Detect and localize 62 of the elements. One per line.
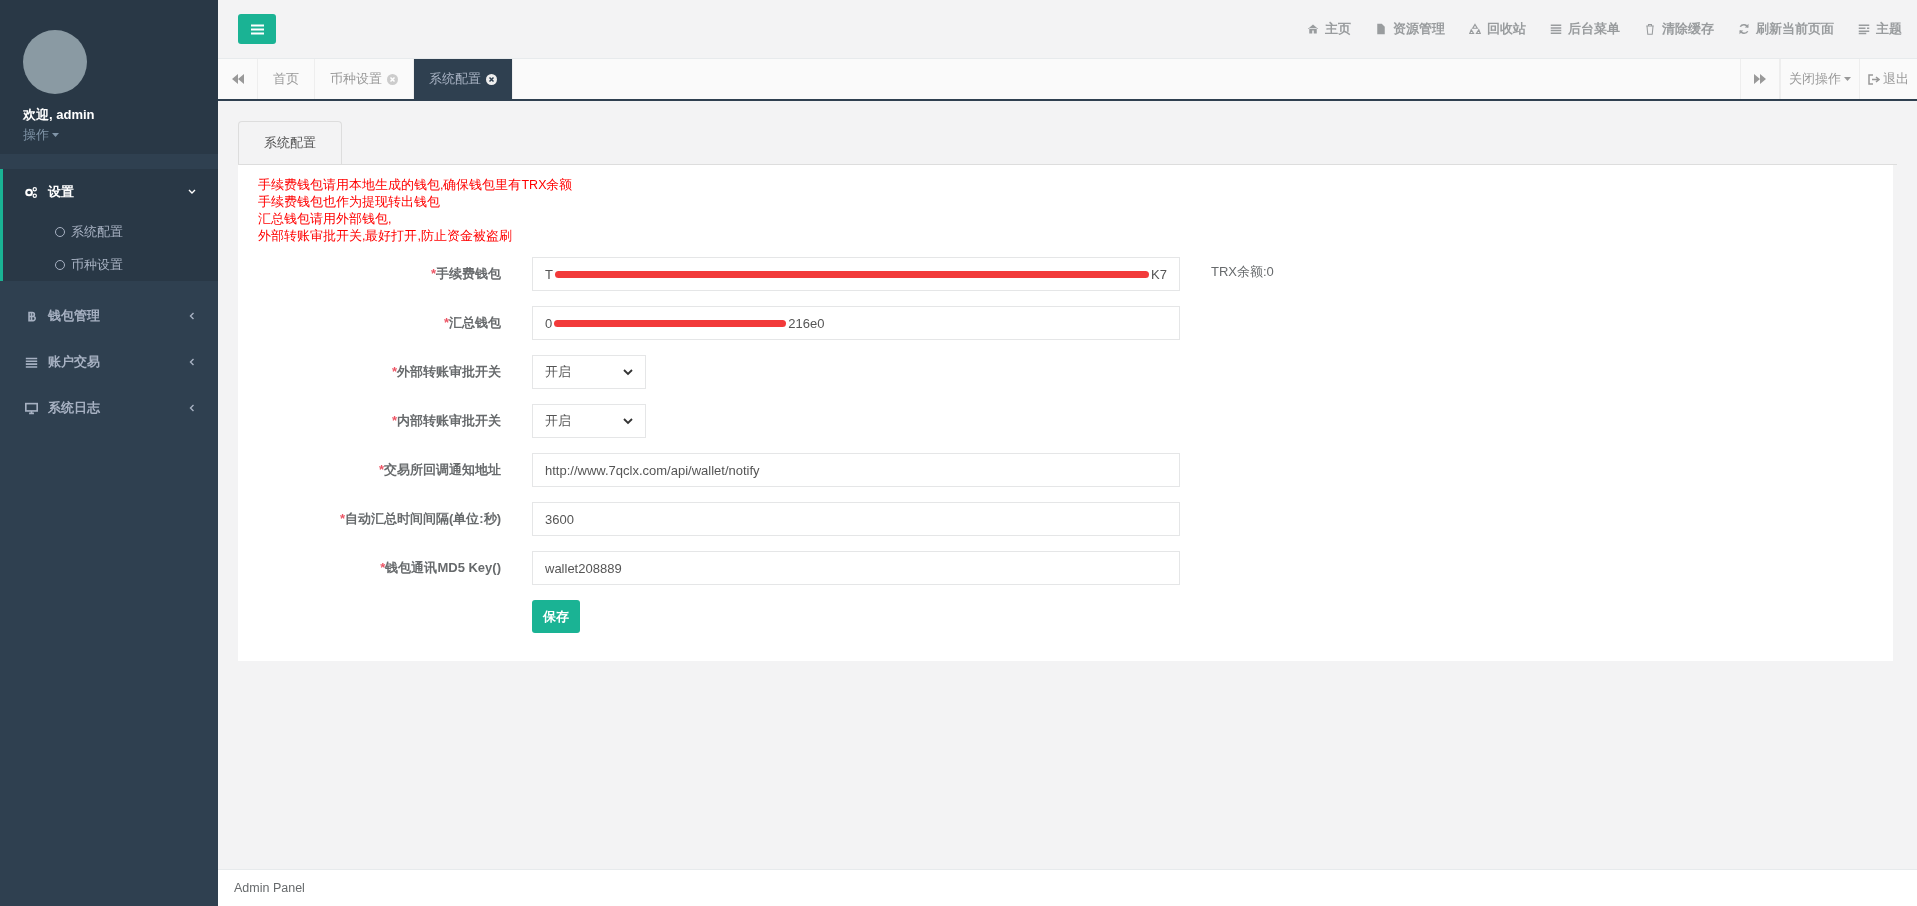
monitor-icon [25, 401, 38, 415]
gears-icon [25, 185, 38, 199]
page-tab[interactable]: 系统配置 [414, 59, 513, 99]
chevron-left-icon [188, 404, 196, 412]
nav-link[interactable]: 主页 [1307, 20, 1351, 38]
panel-tab[interactable]: 系统配置 [238, 121, 342, 164]
sidebar-item[interactable]: 钱包管理 [0, 293, 218, 339]
input-field[interactable]: 3600 [532, 502, 1180, 536]
close-icon[interactable] [486, 73, 497, 85]
scroll-right-button[interactable] [1740, 59, 1780, 99]
sign-out-icon [1868, 73, 1880, 85]
list-icon [1550, 23, 1562, 35]
double-left-icon [231, 74, 244, 84]
theme-icon [1858, 23, 1870, 35]
input-field[interactable]: 0 216e0 [532, 306, 1180, 340]
double-right-icon [1754, 74, 1766, 84]
list-icon [25, 355, 38, 369]
caret-icon [52, 133, 59, 137]
file-icon [1375, 23, 1387, 35]
sidebar-item[interactable]: 账户交易 [0, 339, 218, 385]
select-field[interactable]: 开启 [532, 404, 646, 438]
warning-text: 手续费钱包请用本地生成的钱包,确保钱包里有TRX余额 [258, 177, 574, 194]
logout-button[interactable]: 退出 [1859, 59, 1917, 99]
nav-link[interactable]: 清除缓存 [1644, 20, 1714, 38]
input-field[interactable]: wallet208889 [532, 551, 1180, 585]
field-label: *手续费钱包 [429, 265, 501, 283]
field-label: *外部转账审批开关 [390, 363, 501, 381]
trash-icon [1644, 23, 1656, 35]
submenu-item[interactable]: 币种设置 [3, 248, 218, 281]
submenu-item[interactable]: 系统配置 [3, 215, 218, 248]
input-field[interactable]: http://www.7qclx.com/api/wallet/notify [532, 453, 1180, 487]
nav-link[interactable]: 资源管理 [1375, 20, 1445, 38]
nav-link[interactable]: 主题 [1858, 20, 1902, 38]
profile-menu[interactable]: 操作 [23, 126, 59, 144]
chevron-down-icon [623, 368, 633, 376]
caret-icon [1844, 77, 1851, 81]
balance-text: TRX余额:0 [1211, 263, 1275, 281]
chevron-left-icon [188, 358, 196, 366]
footer-text: Admin Panel [218, 869, 1917, 906]
welcome-text: 欢迎, admin [23, 106, 95, 124]
home-icon [1307, 23, 1319, 35]
field-label: *钱包通讯MD5 Key() [379, 559, 501, 577]
menu-icon [250, 23, 264, 35]
sidebar-item[interactable]: 系统日志 [0, 385, 218, 431]
warning-text: 汇总钱包请用外部钱包, [258, 211, 393, 228]
field-label: *自动汇总时间间隔(单位:秒) [338, 510, 501, 528]
chevron-down-icon [623, 417, 633, 425]
refresh-icon [1738, 23, 1750, 35]
warning-text: 外部转账审批开关,最好打开,防止资金被盗刷 [258, 228, 513, 245]
input-field[interactable]: T K7 [532, 257, 1180, 291]
chevron-down-icon [188, 188, 196, 196]
bitcoin-icon [25, 309, 38, 323]
select-field[interactable]: 开启 [532, 355, 646, 389]
chevron-left-icon [188, 312, 196, 320]
field-label: *内部转账审批开关 [390, 412, 501, 430]
close-menu-button[interactable]: 关闭操作 [1780, 59, 1859, 99]
field-label: *交易所回调通知地址 [377, 461, 501, 479]
page-tab[interactable]: 首页 [258, 59, 315, 99]
menu-button[interactable] [238, 14, 276, 44]
warning-text: 手续费钱包也作为提现转出钱包 [258, 194, 441, 211]
field-label: *汇总钱包 [442, 314, 501, 332]
save-button[interactable]: 保存 [532, 600, 580, 633]
